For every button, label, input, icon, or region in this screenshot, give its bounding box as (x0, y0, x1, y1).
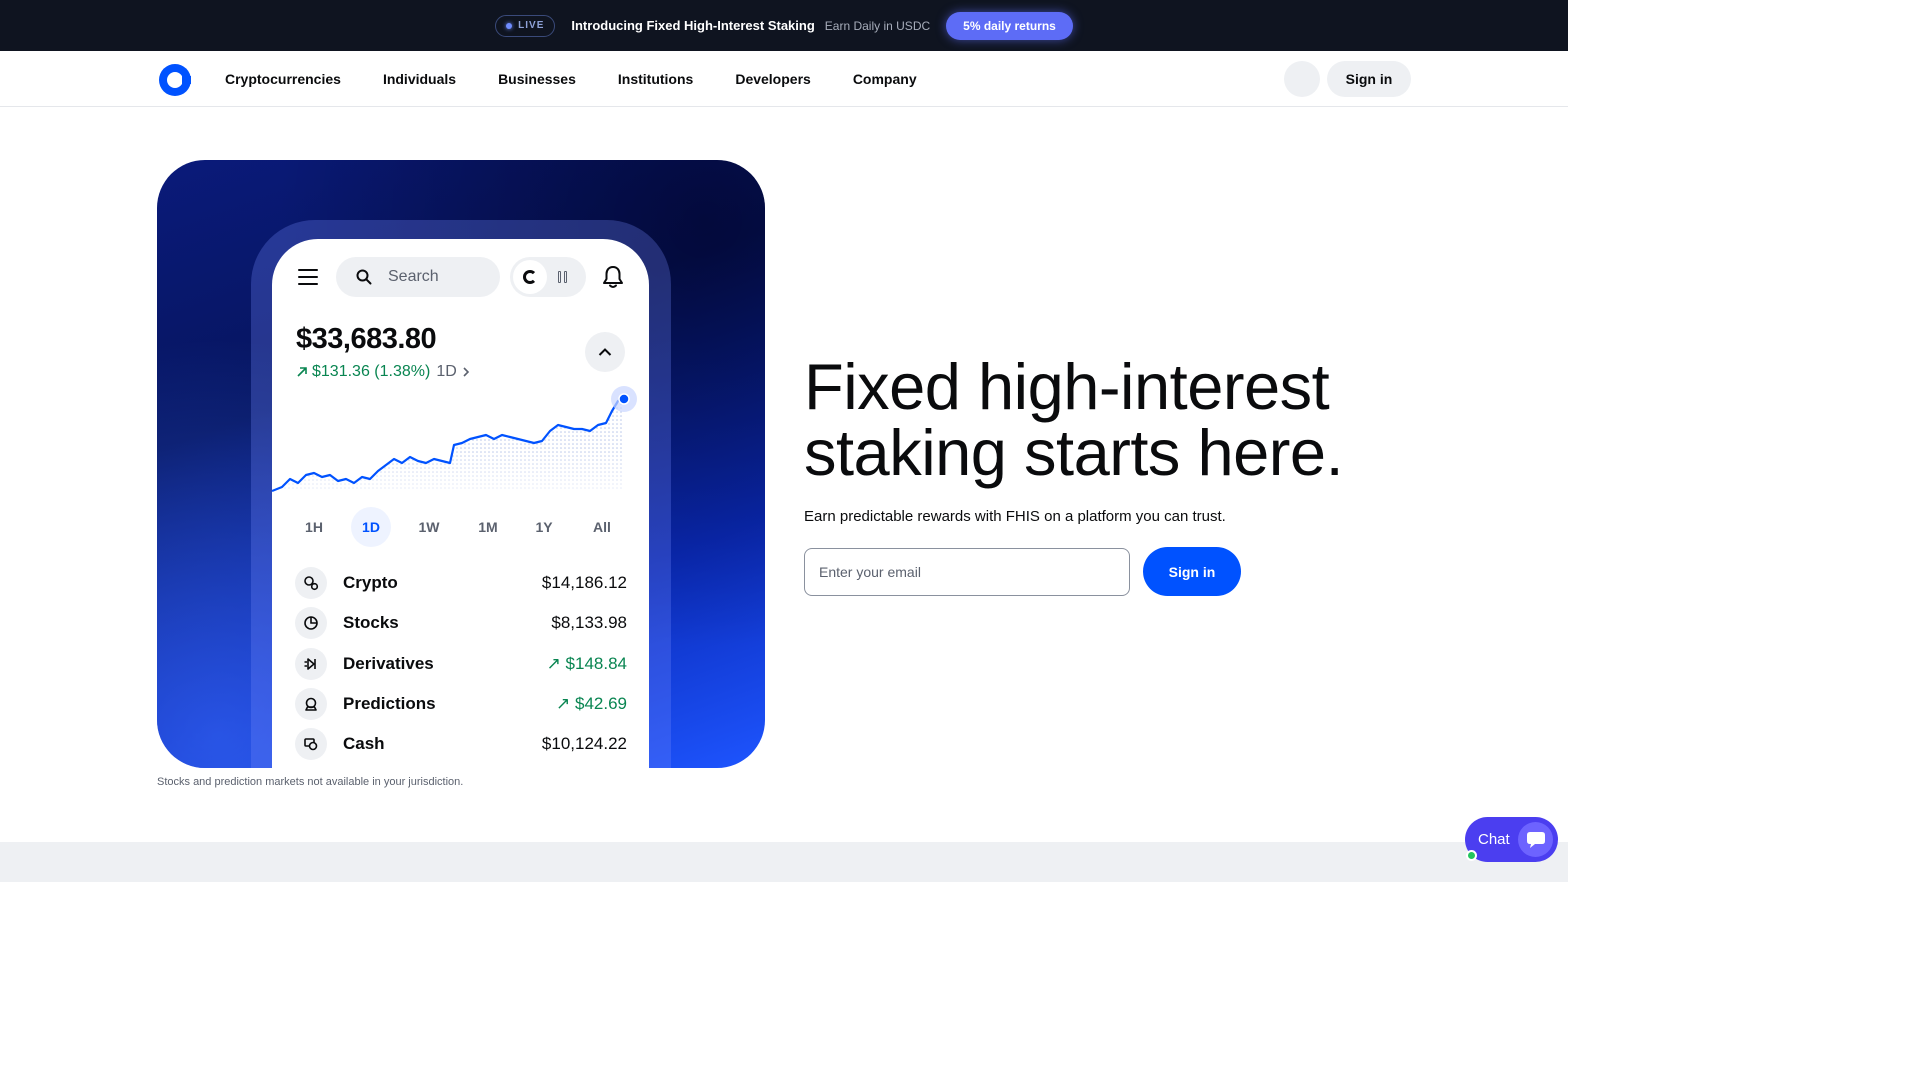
phone-view-toggle (510, 257, 586, 297)
asset-value-text: $42.69 (575, 694, 627, 714)
range-tab-1w: 1W (418, 519, 440, 535)
next-section-band (0, 842, 1568, 882)
chart-fade (272, 449, 649, 509)
asset-name: Predictions (343, 694, 436, 714)
hero-headline-line1: Fixed high-interest (804, 350, 1330, 423)
live-label: LIVE (518, 20, 545, 31)
search-icon (356, 269, 372, 285)
hero-subhead: Earn predictable rewards with FHIS on a … (804, 508, 1226, 525)
asset-value: $8,133.98 (551, 613, 627, 633)
asset-name: Stocks (343, 613, 399, 633)
hero-headline: Fixed high-interest staking starts here. (804, 354, 1444, 486)
nav-link-company[interactable]: Company (853, 71, 917, 87)
promo-banner: LIVE Introducing Fixed High-Interest Sta… (0, 0, 1568, 51)
cash-icon (295, 728, 327, 761)
main-nav: Cryptocurrencies Individuals Businesses … (0, 51, 1568, 107)
phone-search-placeholder: Search (388, 268, 439, 285)
coinbase-logo-icon[interactable] (159, 64, 191, 96)
range-tab-1m: 1M (478, 519, 498, 535)
chevron-up-icon (598, 348, 612, 356)
nav-sign-in-button[interactable]: Sign in (1327, 61, 1411, 97)
banner-title[interactable]: Introducing Fixed High-Interest Staking (571, 18, 814, 33)
nav-link-individuals[interactable]: Individuals (383, 71, 456, 87)
asset-row-crypto: Crypto $14,186.12 (295, 563, 627, 603)
asset-row-cash: Cash $10,124.22 (295, 724, 627, 764)
asset-name: Derivatives (343, 653, 434, 673)
chat-button[interactable]: Chat (1465, 817, 1558, 862)
hero-app-preview: Search $33,683.80 $131.36 (1.38%) 1D 1H … (157, 160, 765, 768)
hamburger-menu-icon (298, 269, 318, 290)
phone-search-bar: Search (336, 257, 500, 297)
range-tab-1y: 1Y (535, 519, 553, 535)
phone-asset-list: Crypto $14,186.12 Stocks $8,133.98 Deriv… (295, 563, 627, 764)
nav-link-cryptocurrencies[interactable]: Cryptocurrencies (225, 71, 341, 87)
live-badge: LIVE (495, 14, 556, 37)
asset-name: Crypto (343, 573, 398, 593)
range-tab-1d: 1D (351, 507, 391, 547)
nav-link-institutions[interactable]: Institutions (618, 71, 693, 87)
live-dot-icon (506, 22, 513, 29)
phone-screen: Search $33,683.80 $131.36 (1.38%) 1D 1H … (272, 239, 649, 768)
hero-headline-line2: staking starts here. (804, 416, 1344, 489)
chart-current-point (618, 393, 630, 405)
banner-subtitle: Earn Daily in USDC (824, 18, 931, 33)
range-tab-1h: 1H (305, 519, 323, 535)
asset-value: ↗ $148.84 (546, 653, 627, 673)
asset-row-derivatives: Derivatives ↗ $148.84 (295, 644, 627, 684)
crypto-icon (295, 567, 327, 600)
predictions-icon (295, 688, 327, 721)
globe-icon-button[interactable] (1284, 61, 1320, 97)
phone-collapse-button (585, 332, 625, 372)
jurisdiction-disclaimer: Stocks and prediction markets not availa… (157, 776, 464, 788)
asset-value: $10,124.22 (541, 734, 627, 754)
phone-range-tabs: 1H 1D 1W 1M 1Y All (294, 507, 634, 547)
nav-links: Cryptocurrencies Individuals Businesses … (225, 51, 917, 107)
email-input[interactable] (804, 548, 1130, 596)
chevron-right-icon (463, 367, 469, 377)
asset-value: $14,186.12 (541, 573, 627, 593)
asset-row-stocks: Stocks $8,133.98 (295, 603, 627, 643)
arrow-up-right-icon (297, 367, 307, 377)
stocks-icon (295, 607, 327, 640)
bell-icon (603, 266, 623, 288)
nav-link-developers[interactable]: Developers (735, 71, 810, 87)
coinbase-toggle-icon (513, 260, 547, 294)
asset-value: ↗ $42.69 (556, 694, 627, 714)
chat-label: Chat (1478, 831, 1510, 848)
online-status-dot (1466, 850, 1477, 861)
asset-value-text: $148.84 (565, 653, 627, 673)
banner-cta-button[interactable]: 5% daily returns (946, 11, 1073, 40)
range-tab-all: All (593, 519, 611, 535)
chat-bubble-icon (1518, 822, 1553, 857)
hero-sign-in-button[interactable]: Sign in (1143, 547, 1241, 596)
candlestick-icon (558, 271, 567, 283)
asset-name: Cash (343, 734, 385, 754)
nav-link-businesses[interactable]: Businesses (498, 71, 576, 87)
phone-price-chart (272, 386, 649, 509)
derivatives-icon (295, 647, 327, 680)
asset-row-predictions: Predictions ↗ $42.69 (295, 684, 627, 724)
phone-balance: $33,683.80 (296, 323, 437, 355)
